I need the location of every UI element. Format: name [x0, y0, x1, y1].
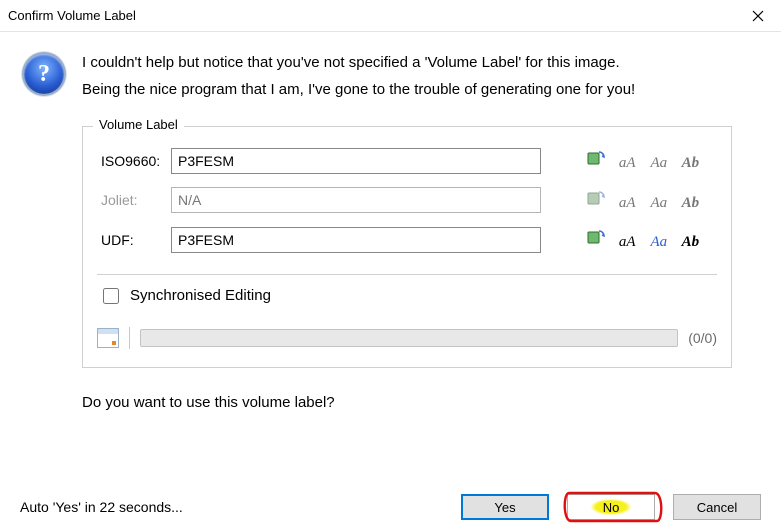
group-legend: Volume Label: [93, 117, 184, 132]
divider: [97, 274, 717, 275]
row-udf: UDF: aA Aa Ab: [97, 220, 717, 260]
input-iso9660[interactable]: [171, 148, 541, 174]
row-iso9660: ISO9660: aA Aa Ab: [97, 141, 717, 181]
question-icon: ?: [24, 54, 64, 94]
label-joliet: Joliet:: [97, 181, 167, 221]
close-icon: [752, 10, 764, 22]
no-button[interactable]: No: [567, 494, 655, 520]
message-row: ? I couldn't help but notice that you've…: [20, 50, 761, 108]
input-udf[interactable]: [171, 227, 541, 253]
ab-icon-iso9660[interactable]: Ab: [678, 153, 702, 175]
refresh-icon-joliet: [584, 187, 608, 209]
message-text: I couldn't help but notice that you've n…: [82, 50, 635, 108]
refresh-icon-udf[interactable]: [584, 226, 608, 248]
volume-label-table: ISO9660: aA Aa Ab Joliet:: [97, 141, 717, 260]
titlebar: Confirm Volume Label: [0, 0, 781, 32]
sync-label: Synchronised Editing: [130, 287, 271, 304]
vertical-separator: [129, 327, 130, 349]
message-line-1: I couldn't help but notice that you've n…: [82, 54, 635, 71]
question-icon-wrap: ?: [20, 50, 68, 94]
progress-bar: [140, 329, 678, 347]
window-title: Confirm Volume Label: [8, 8, 136, 23]
yes-button[interactable]: Yes: [461, 494, 549, 520]
capitalize-icon-iso9660[interactable]: Aa: [647, 153, 671, 175]
dialog-content: ? I couldn't help but notice that you've…: [0, 32, 781, 423]
calendar-icon[interactable]: [97, 328, 119, 348]
uppercase-icon-udf[interactable]: aA: [615, 232, 639, 254]
progress-row: (0/0): [97, 327, 717, 349]
sync-checkbox[interactable]: [103, 288, 119, 304]
close-button[interactable]: [735, 0, 781, 32]
button-row: Yes No Cancel: [461, 494, 761, 520]
cancel-button[interactable]: Cancel: [673, 494, 761, 520]
sync-row: Synchronised Editing: [97, 285, 717, 307]
progress-count: (0/0): [688, 330, 717, 346]
input-joliet: [171, 187, 541, 213]
refresh-icon-iso9660[interactable]: [584, 147, 608, 169]
uppercase-icon-joliet: aA: [615, 192, 639, 214]
row-joliet: Joliet: aA Aa Ab: [97, 181, 717, 221]
no-button-wrap: No: [567, 494, 655, 520]
auto-timer-text: Auto 'Yes' in 22 seconds...: [20, 499, 461, 515]
uppercase-icon-iso9660[interactable]: aA: [615, 153, 639, 175]
label-iso9660: ISO9660:: [97, 141, 167, 181]
volume-label-group: Volume Label ISO9660: aA Aa Ab Joliet:: [82, 126, 732, 368]
capitalize-icon-joliet: Aa: [647, 192, 671, 214]
ab-icon-joliet: Ab: [678, 192, 702, 214]
confirm-question: Do you want to use this volume label?: [82, 394, 761, 411]
label-udf: UDF:: [97, 220, 167, 260]
capitalize-icon-udf[interactable]: Aa: [647, 232, 671, 254]
dialog-footer: Auto 'Yes' in 22 seconds... Yes No Cance…: [0, 494, 781, 520]
ab-icon-udf[interactable]: Ab: [678, 232, 702, 254]
message-line-2: Being the nice program that I am, I've g…: [82, 81, 635, 98]
